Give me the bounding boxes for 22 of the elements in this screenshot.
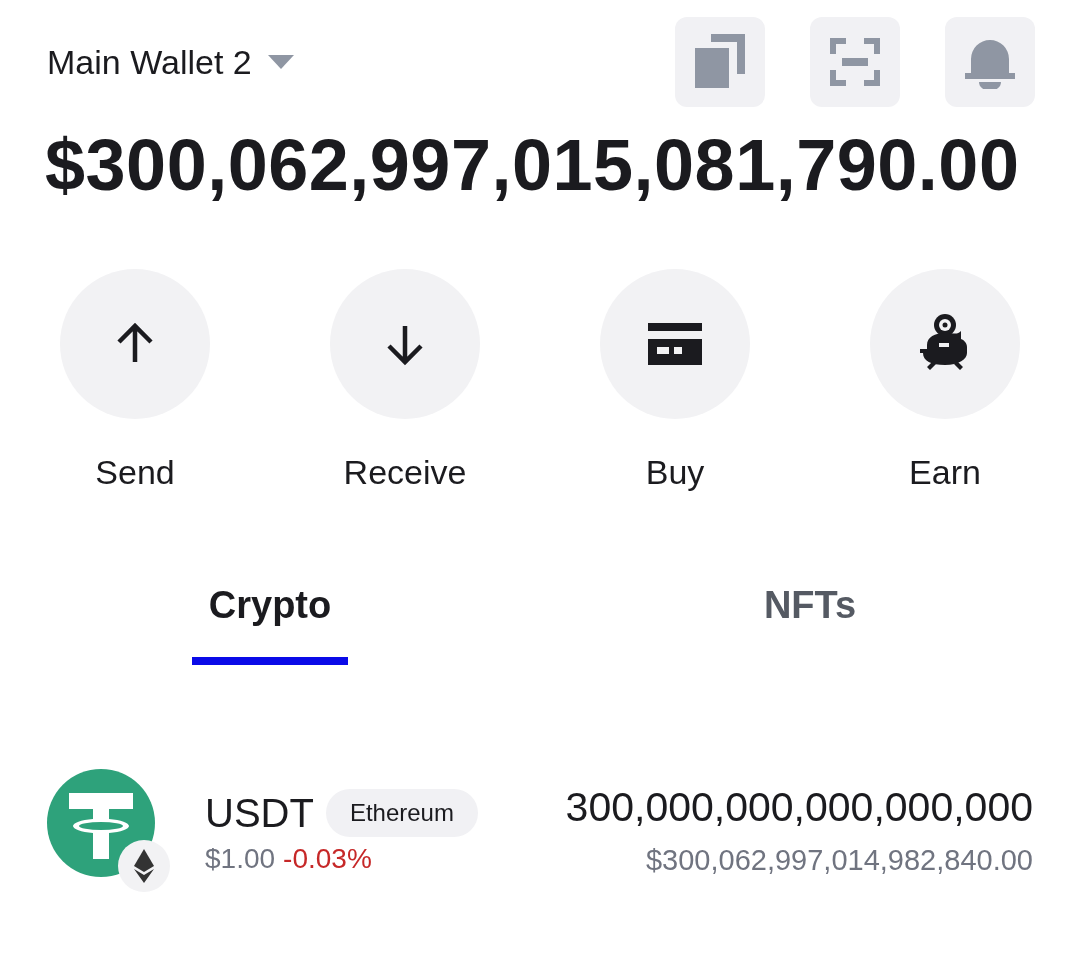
tab[interactable]: NFTs bbox=[732, 575, 888, 665]
tab[interactable]: Crypto bbox=[192, 575, 348, 665]
price-change: -0.03% bbox=[283, 845, 372, 873]
action-label: Buy bbox=[645, 455, 705, 489]
notifications-button[interactable] bbox=[945, 17, 1035, 107]
network-tag: Ethereum bbox=[325, 789, 478, 837]
action-label: Receive bbox=[343, 455, 467, 489]
copy-button[interactable] bbox=[675, 17, 765, 107]
total-balance: $300,062,997,015,081,790.00 bbox=[44, 129, 1021, 201]
card-icon bbox=[648, 323, 702, 365]
scan-icon bbox=[830, 38, 880, 86]
ethereum-badge-icon bbox=[117, 839, 171, 893]
action-label: Earn bbox=[909, 455, 981, 489]
copy-icon bbox=[695, 34, 745, 90]
asset-price: $1.00 bbox=[205, 845, 276, 873]
caret-icon bbox=[267, 55, 294, 69]
asset-symbol: USDT bbox=[205, 793, 314, 833]
asset-value: $300,062,997,014,982,840.00 bbox=[645, 846, 1033, 875]
scan-button[interactable] bbox=[810, 17, 900, 107]
action-label: Send bbox=[95, 455, 175, 489]
wallet-selector[interactable]: Main Wallet 2 bbox=[47, 36, 294, 88]
asset-amount: 300,000,000,000,000,000 bbox=[565, 787, 1033, 828]
